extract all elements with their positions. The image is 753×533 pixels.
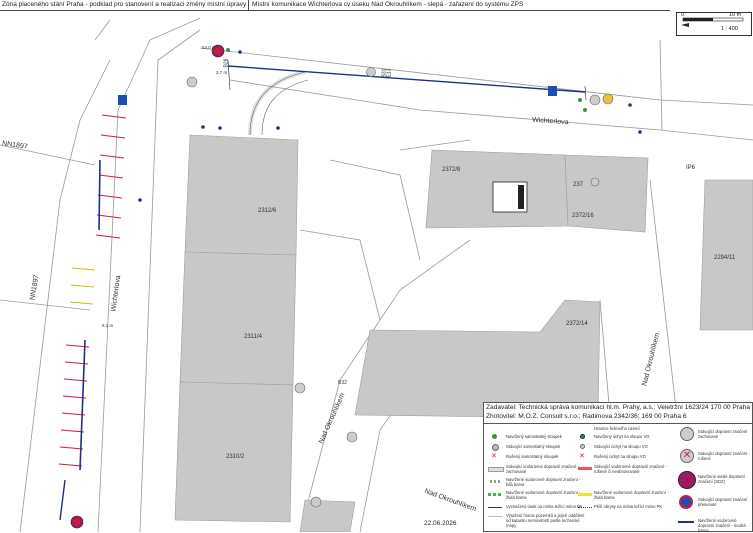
plan-date: 22.06.2026 bbox=[424, 520, 457, 527]
legend-item-removed-post: Rušený samostatný sloupek bbox=[506, 454, 559, 459]
legend-item-sign-moved: Stávající dopravní značení přesunuté bbox=[698, 497, 748, 507]
building-label-2372-8: 2372/8 bbox=[442, 167, 461, 173]
building-label-2372-16: 2372/16 bbox=[572, 213, 594, 219]
sign-existing-4 bbox=[602, 93, 614, 105]
building-label-2294-11: 2294/11 bbox=[714, 255, 736, 261]
scale-ten: 10 m bbox=[729, 12, 742, 18]
label-e13: E13 bbox=[386, 68, 393, 78]
legend-symbol-vdz-kept bbox=[488, 467, 504, 472]
map-title-left: Zóna placeného stání Praha - podklad pro… bbox=[2, 1, 246, 8]
building-2372-14 bbox=[354, 299, 601, 419]
legend-item-removed-mount: Rušený úchyt na sloupu VO bbox=[594, 454, 646, 459]
building-label-2310-2: 2310/2 bbox=[226, 454, 245, 460]
legend-symbol-section bbox=[488, 507, 502, 508]
legend-symbol-vdz-removed bbox=[578, 467, 592, 470]
legend-symbol-parcel bbox=[488, 516, 502, 518]
label-dim-top: 53,0 m bbox=[202, 45, 216, 50]
building-label-2372-14: 2372/14 bbox=[566, 321, 588, 327]
sign-existing-7 bbox=[346, 431, 358, 443]
header-separator bbox=[248, 0, 249, 10]
legend-item-pedestrian: Pěší obrysy na místa ležící mimo PK bbox=[594, 504, 663, 509]
legend-contractor: Zhotovitel: M.O.Z. Consult s.r.o.; Radim… bbox=[486, 413, 687, 420]
legend-item-vdz-yellow: Navržené vodorovné dopravní značení - žl… bbox=[594, 490, 669, 500]
legend-item-new-mount: Navržený úchyt na sloupu VO bbox=[594, 434, 650, 439]
legend-item-vdz-yellow-left: Navržené vodorovné dopravní značení - žl… bbox=[506, 490, 581, 500]
legend-client: Zadavatel: Technická správa komunikací h… bbox=[486, 404, 751, 411]
legend-item-existing-mount: Stávající úchyt na sloupu VO bbox=[594, 444, 648, 449]
legend-item-vdz-removed: Stávající vodorovné dopravní značení - r… bbox=[594, 464, 667, 474]
legend-symbol-new-mount bbox=[580, 434, 585, 439]
map-title-right: Místní komunikace Wichterlova cv úseku N… bbox=[252, 1, 524, 8]
legend-symbol-vdz-yellow bbox=[578, 493, 592, 496]
map-legend: Zadavatel: Technická správa komunikací h… bbox=[483, 402, 753, 533]
building-label-237: 237 bbox=[573, 182, 584, 188]
legend-item-vdz-white: Navržené vodorovné dopravní značení - bí… bbox=[506, 477, 581, 487]
parking-bays-left bbox=[58, 114, 127, 521]
legend-item-vdz-kept: Stávající vodorovné dopravní značení - z… bbox=[506, 464, 579, 474]
label-dim-left: 6,1 m bbox=[102, 323, 114, 328]
label-b28: B28 bbox=[223, 58, 230, 68]
sign-existing-5 bbox=[590, 177, 600, 187]
legend-item-new-post: Navržený samostatný sloupek bbox=[506, 434, 562, 439]
legend-symbol-removed-post: ✕ bbox=[491, 453, 497, 460]
sign-existing-6 bbox=[294, 382, 306, 394]
building-2310-2 bbox=[174, 381, 294, 523]
sign-existing-3 bbox=[589, 94, 601, 106]
label-b32: B32 bbox=[338, 380, 347, 386]
legend-symbol-sign-kept bbox=[680, 427, 694, 441]
building-2312-6 bbox=[184, 134, 299, 256]
legend-symbol-removed-mount: ✕ bbox=[579, 453, 585, 460]
legend-item-sign-new: Navržené svislé dopravní značení (SDZ) bbox=[698, 474, 746, 484]
scale-bar: 0 10 m 1 : 400 bbox=[676, 12, 752, 36]
legend-symbol-vdz-blue bbox=[678, 521, 694, 523]
sign-existing-8 bbox=[310, 496, 322, 508]
building-label-2312-6: 2312/6 bbox=[258, 208, 277, 214]
legend-symbol-existing-mount bbox=[580, 444, 585, 449]
building-bottom bbox=[299, 499, 356, 532]
label-dim-right: 2,7 m bbox=[216, 70, 228, 75]
legend-symbol-new-post bbox=[492, 434, 497, 439]
legend-symbol-sign-new bbox=[678, 471, 696, 489]
legend-item-boundary: Hranice řešeného území bbox=[594, 426, 640, 431]
building-label-2311-4: 2311/4 bbox=[244, 334, 262, 340]
sign-existing-2 bbox=[366, 67, 376, 77]
legend-item-sign-kept: Stávající dopravní značení zachované bbox=[698, 429, 748, 439]
building-2311-4 bbox=[179, 251, 297, 386]
scale-zero: 0 bbox=[681, 12, 685, 18]
legend-item-sign-removed: Stávající dopravní značení - rušené bbox=[698, 451, 750, 461]
legend-item-parcel: Výtažení hranic pozemků a jejich oddělen… bbox=[506, 513, 585, 528]
sign-existing-1 bbox=[186, 76, 198, 88]
scale-ratio: 1 : 400 bbox=[721, 26, 738, 32]
label-ip6: IP6 bbox=[686, 165, 696, 171]
legend-symbol-sign-removed: ✕ bbox=[680, 449, 694, 463]
legend-symbol-existing-post bbox=[492, 444, 499, 451]
legend-item-section: Vyznačený úsek na místa ležící mimo PK bbox=[506, 504, 583, 509]
legend-symbol-sign-moved bbox=[679, 495, 693, 509]
legend-symbol-vdz-white bbox=[488, 480, 502, 483]
legend-item-existing-post: Stávající samostatný sloupek bbox=[506, 444, 561, 449]
parking-sign-left bbox=[118, 95, 127, 105]
building-2372-16 bbox=[564, 154, 649, 233]
legend-symbol-pedestrian bbox=[578, 507, 592, 509]
parking-sign-right bbox=[548, 86, 557, 96]
ramp-curve bbox=[248, 70, 306, 136]
legend-symbol-vdz-green bbox=[488, 493, 502, 496]
legend-item-vdz-blue: Navržené vodorovné dopravní značení - mo… bbox=[698, 518, 746, 533]
